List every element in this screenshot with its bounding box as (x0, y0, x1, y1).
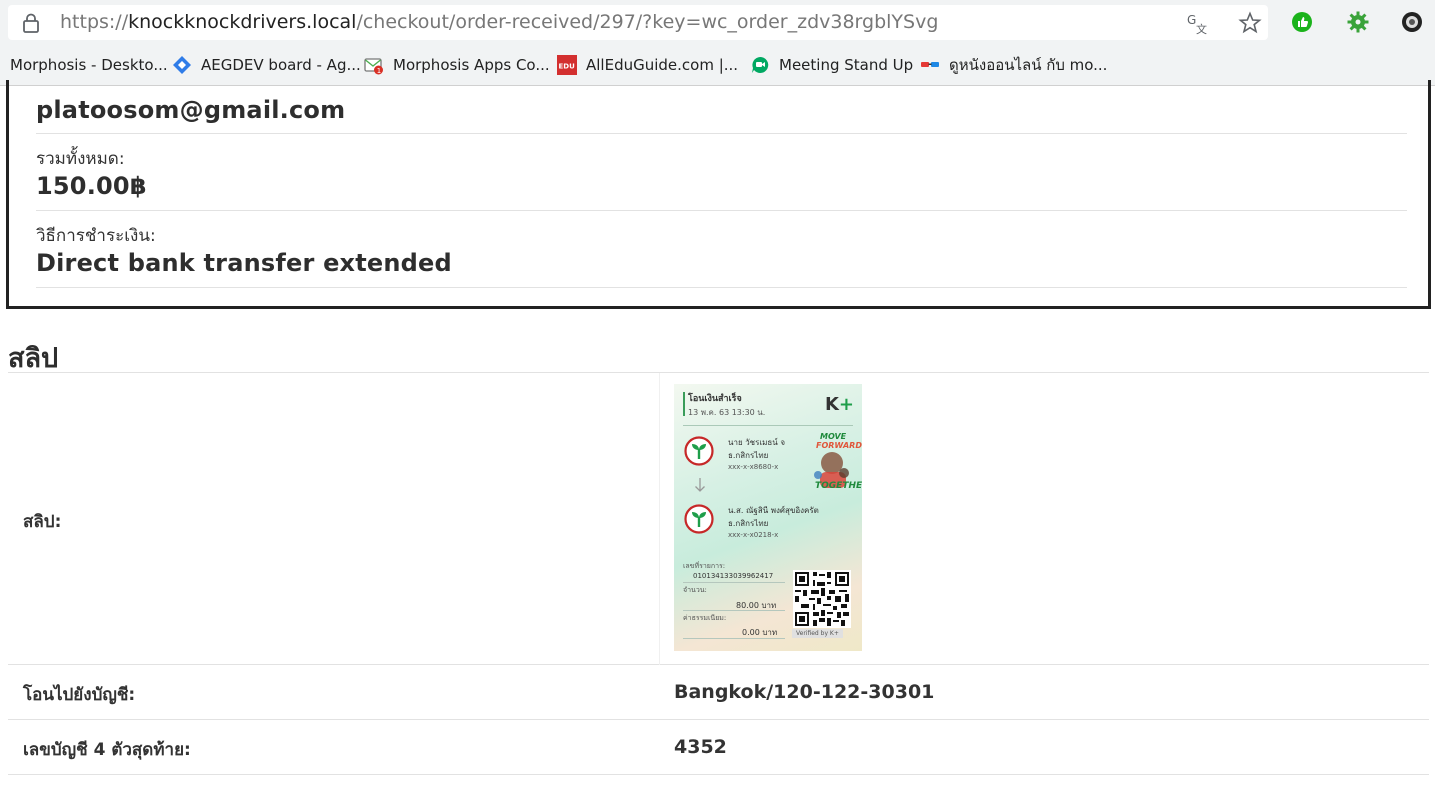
kbank-logo-icon (684, 436, 714, 466)
edu-icon: EDU (557, 55, 577, 75)
slip-rule (683, 638, 785, 639)
kbank-logo-icon (684, 504, 714, 534)
translate-icon[interactable]: G 文 (1186, 11, 1210, 35)
verified-badge: Verified by K+ (792, 629, 843, 638)
slip-rule (683, 610, 785, 611)
qr-code-icon (793, 570, 851, 628)
bookmark-label: Morphosis Apps Co... (393, 56, 550, 74)
column-divider (659, 373, 660, 665)
lock-icon[interactable] (22, 13, 40, 33)
poster-together-text: TOGETHER (815, 481, 862, 491)
url-text[interactable]: https://knockknockdrivers.local/checkout… (60, 12, 938, 33)
bookmark-label: AEGDEV board - Ag... (201, 56, 361, 74)
payment-method-label: วิธีการชำระเงิน: (36, 226, 156, 246)
url-path: /checkout/order-received/297/?key=wc_ord… (356, 11, 939, 33)
svg-text:1: 1 (377, 67, 381, 75)
kplus-plus: + (838, 394, 854, 415)
transfer-account-row: โอนไปยังบัญชี: Bangkok/120-122-30301 (8, 665, 1429, 720)
order-email: platoosom@gmail.com (36, 96, 346, 124)
reference-value: 010134133039962417 (693, 572, 774, 580)
order-total-row: รวมทั้งหมด: 150.00฿ (36, 134, 1407, 211)
bookmark-label: Morphosis - Deskto... (10, 56, 168, 74)
slip-image-row: สลิป: โอนเงินสำเร็จ 13 พ.ค. 63 13:30 น. … (8, 373, 1429, 665)
fee-label: ค่าธรรมเนียม: (683, 614, 727, 622)
bookmark-label: Meeting Stand Up (779, 56, 914, 74)
last4-digits-label: เลขบัญชี 4 ตัวสุดท้าย: (23, 740, 191, 760)
receiver-account: xxx-x-x0218-x (728, 531, 779, 539)
extension-thumb-icon[interactable] (1290, 10, 1314, 34)
slip-rule (683, 582, 785, 583)
last4-digits-value: 4352 (674, 736, 727, 758)
sender-bank: ธ.กสิกรไทย (728, 451, 769, 460)
poster-forward-text: FORWARD (816, 441, 862, 450)
kplus-logo: K+ (825, 394, 854, 415)
bookmark-label: AllEduGuide.com |... (586, 56, 739, 74)
diamond-icon (173, 56, 191, 74)
address-bar[interactable]: https://knockknockdrivers.local/checkout… (8, 5, 1268, 40)
amount-label: จำนวน: (683, 586, 707, 594)
svg-text:EDU: EDU (559, 63, 576, 71)
kplus-letter: K (824, 394, 839, 415)
order-total-label: รวมทั้งหมด: (36, 149, 125, 169)
payment-method-row: วิธีการชำระเงิน: Direct bank transfer ex… (36, 211, 1407, 288)
bookmark-label: ดูหนังออนไลน์ กับ mo... (949, 56, 1108, 74)
sender-name: นาย วัชรเมธน์ จ (728, 438, 785, 447)
last4-digits-row: เลขบัญชี 4 ตัวสุดท้าย: 4352 (8, 720, 1429, 775)
order-overview: platoosom@gmail.com รวมทั้งหมด: 150.00฿ … (6, 80, 1431, 309)
extension-circle-icon[interactable] (1400, 10, 1424, 34)
slip-title-bar (683, 392, 685, 416)
extension-gear-icon[interactable] (1346, 10, 1370, 34)
svg-text:G: G (1187, 13, 1196, 27)
glasses-icon (921, 62, 939, 67)
slip-date: 13 พ.ค. 63 13:30 น. (688, 408, 766, 417)
slip-divider (683, 425, 853, 426)
arrow-down-icon (695, 478, 705, 492)
star-icon[interactable] (1238, 11, 1262, 35)
transfer-account-label: โอนไปยังบัญชี: (23, 685, 136, 705)
mail-icon: 1 (364, 58, 383, 75)
slip-details-table: สลิป: โอนเงินสำเร็จ 13 พ.ค. 63 13:30 น. … (8, 372, 1429, 775)
poster-move-text: MOVE (820, 432, 847, 441)
payment-method-value: Direct bank transfer extended (36, 249, 452, 277)
receiver-bank: ธ.กสิกรไทย (728, 519, 769, 528)
meet-icon (752, 56, 769, 73)
slip-title: โอนเงินสำเร็จ (688, 394, 742, 404)
slip-image[interactable]: โอนเงินสำเร็จ 13 พ.ค. 63 13:30 น. K+ MOV… (674, 384, 862, 651)
slip-label: สลิป: (23, 512, 62, 532)
browser-toolbar: https://knockknockdrivers.local/checkout… (0, 0, 1435, 44)
sender-account: xxx-x-x8680-x (728, 463, 779, 471)
order-total-value: 150.00฿ (36, 172, 147, 200)
transfer-account-value: Bangkok/120-122-30301 (674, 681, 935, 703)
reference-label: เลขที่รายการ: (683, 562, 726, 570)
svg-text:文: 文 (1196, 22, 1207, 35)
receiver-name: น.ส. ณัฐสินี พงศ์สุขอิงครัต (728, 506, 819, 515)
url-scheme: https:// (60, 11, 129, 33)
order-email-row: platoosom@gmail.com (36, 80, 1407, 134)
url-host: knockknockdrivers.local (128, 11, 357, 33)
